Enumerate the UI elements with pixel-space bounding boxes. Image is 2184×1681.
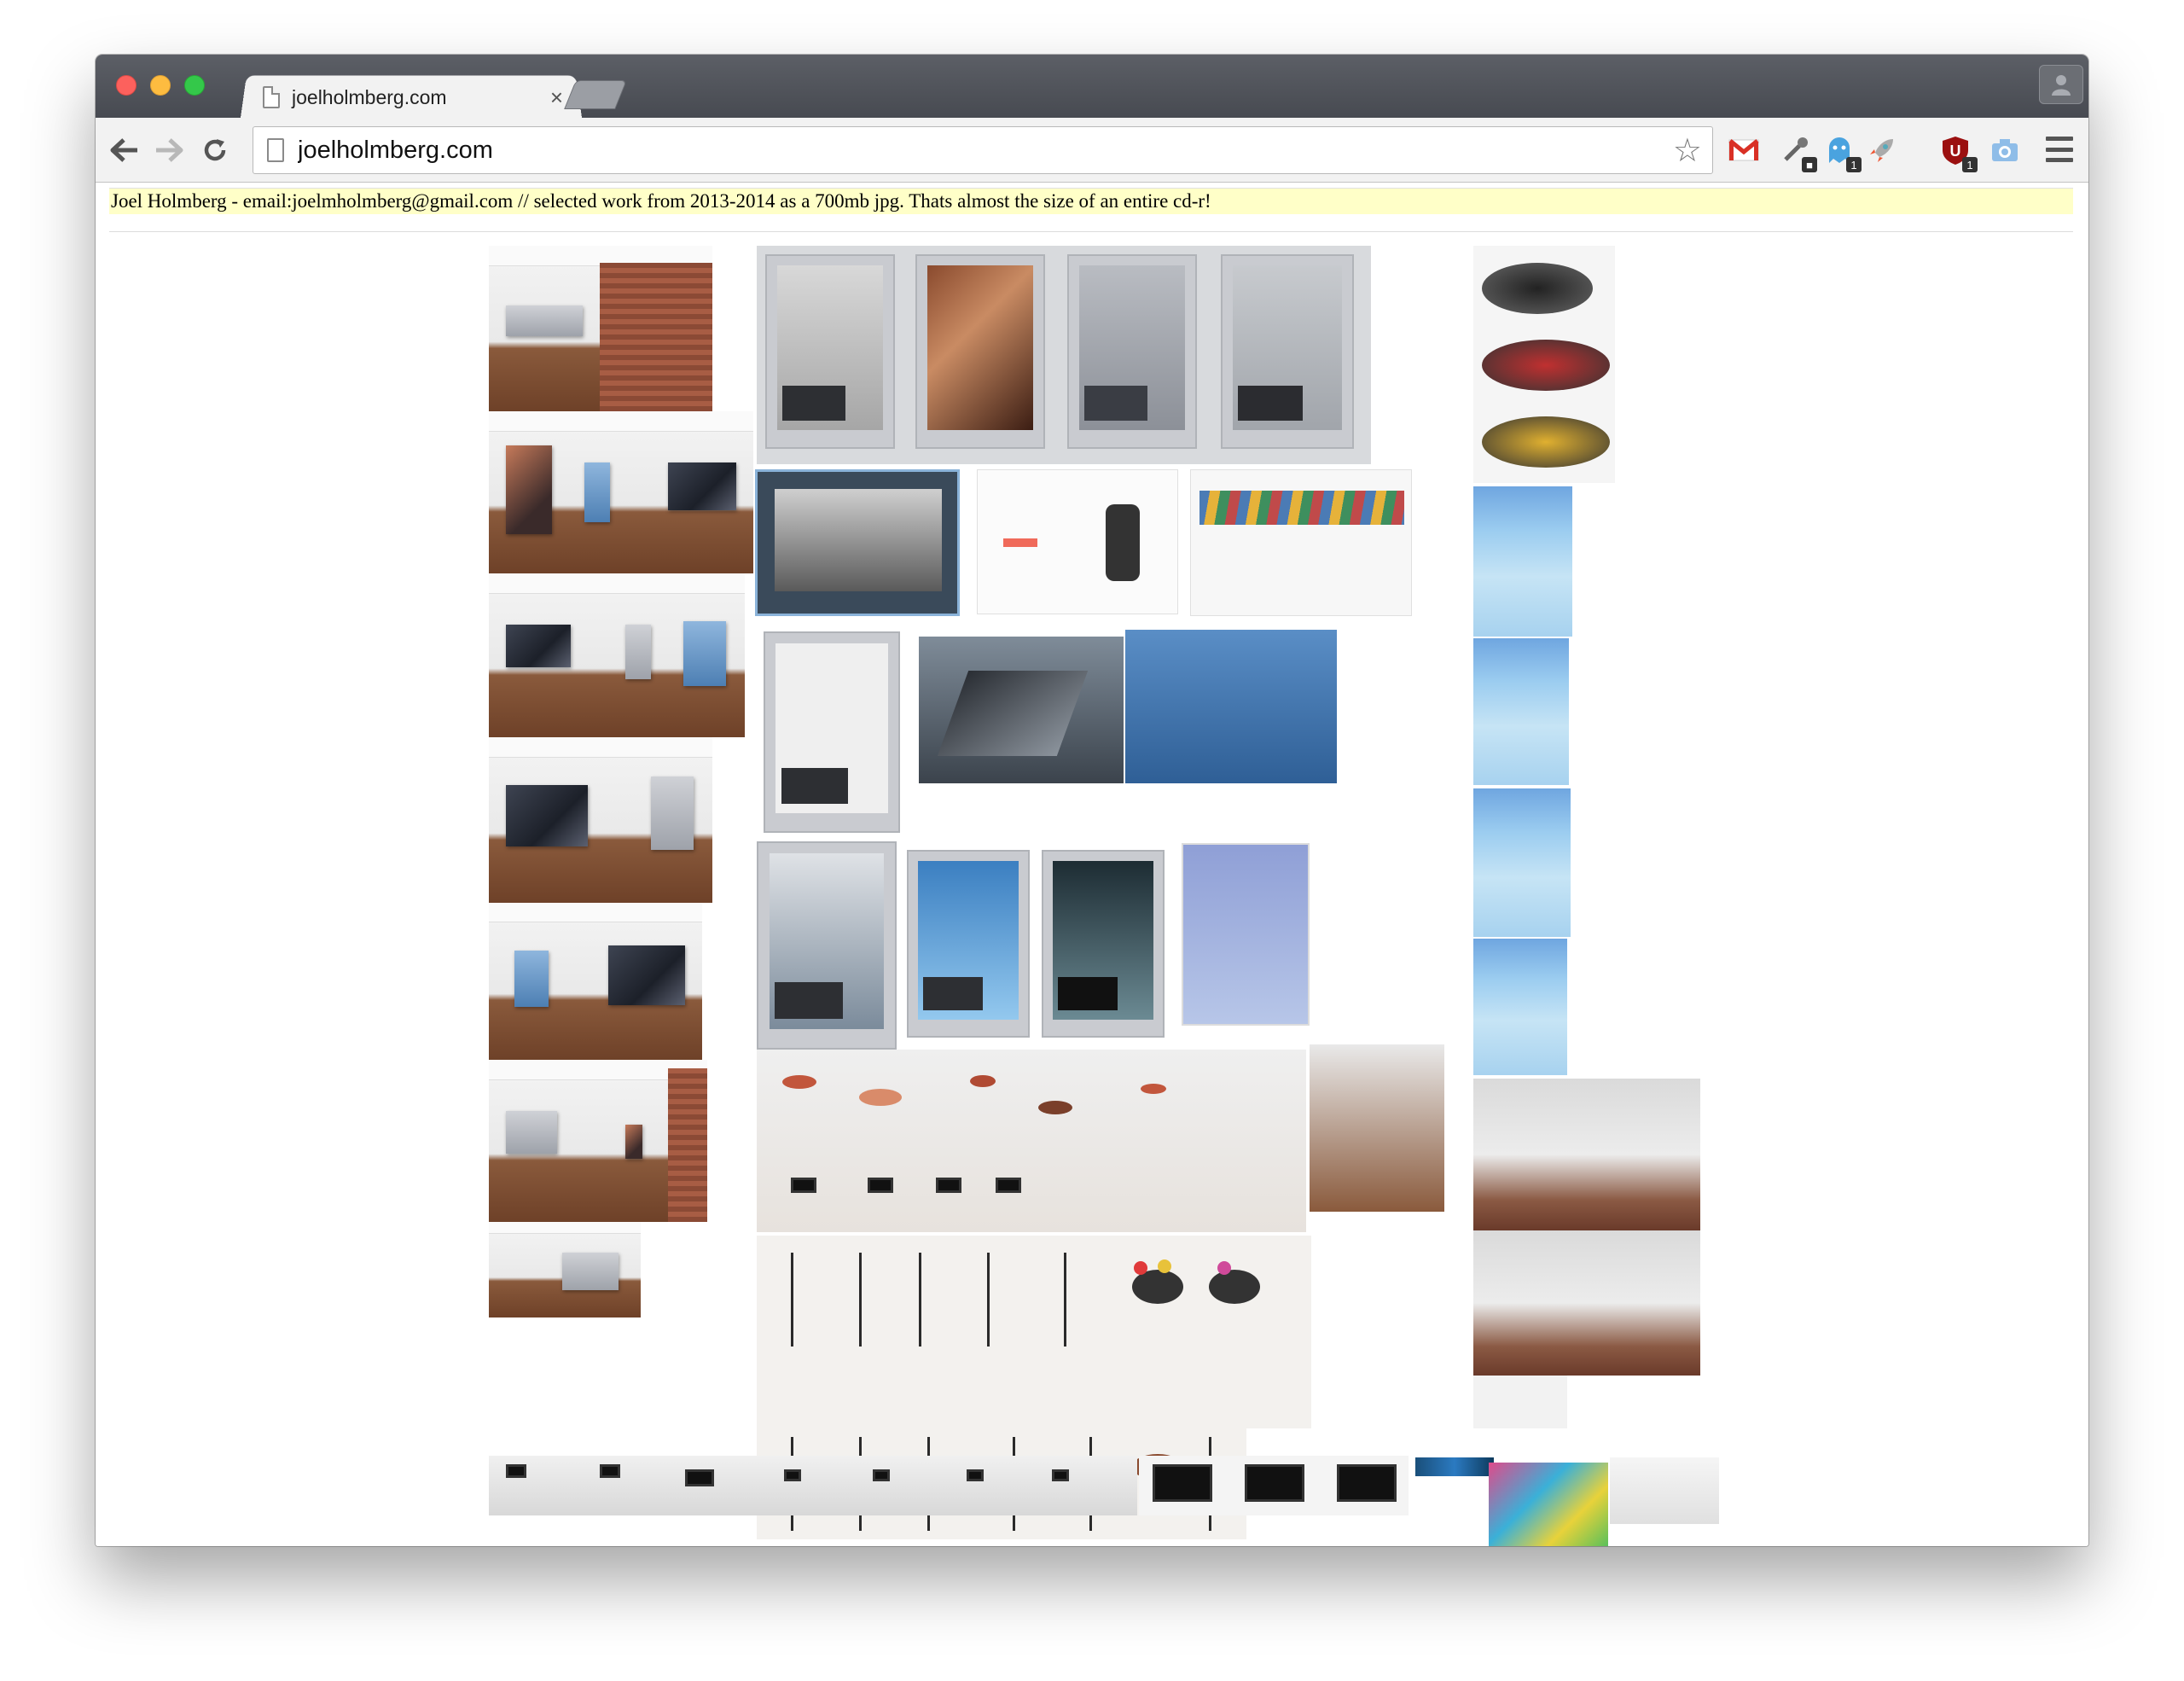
tv-strip: [1139, 1456, 1409, 1515]
ublock-badge: 1: [1962, 157, 1978, 172]
sculpture-thumbnail: [757, 1236, 1311, 1428]
minimize-window-button[interactable]: [150, 75, 171, 96]
installation-strip: [489, 1456, 1137, 1515]
reload-button[interactable]: [195, 130, 235, 171]
bottom-strip: [489, 1544, 1299, 1546]
ublock-icon[interactable]: U 1: [1938, 133, 1978, 172]
browser-toolbar: ☆ ■ 1 U 1: [96, 118, 2088, 183]
page-icon: [263, 86, 280, 108]
gallery-thumbnail: [1610, 1457, 1719, 1524]
web-thumbnail: [1190, 469, 1412, 616]
address-bar[interactable]: ☆: [253, 126, 1713, 174]
camera-icon[interactable]: [1988, 133, 2022, 167]
poster-row: [757, 246, 1371, 464]
arrow-left-icon: [110, 138, 137, 162]
poster-thumbnail: [764, 631, 900, 833]
eyedropper-badge: ■: [1802, 157, 1817, 172]
active-tab-content[interactable]: joelholmberg.com ×: [251, 77, 575, 118]
sky-thumbnail: [1473, 486, 1572, 637]
eyedropper-icon[interactable]: ■: [1778, 133, 1817, 172]
room-thumbnail: [489, 903, 702, 1060]
poster-thumbnail: [907, 850, 1030, 1038]
poster-thumbnail: [757, 841, 897, 1050]
gmail-icon[interactable]: [1727, 133, 1761, 167]
new-tab-button[interactable]: [564, 80, 627, 109]
gallery-thumbnail: [1473, 1230, 1700, 1376]
rocket-icon[interactable]: [1865, 133, 1899, 167]
ghostery-badge: 1: [1846, 157, 1862, 172]
room-thumbnail: [489, 246, 712, 411]
page-icon: [267, 138, 284, 162]
web-thumbnail: [919, 637, 1124, 783]
url-input[interactable]: [298, 136, 1673, 165]
close-window-button[interactable]: [116, 75, 136, 96]
gallery-thumbnail: [1473, 1079, 1700, 1230]
title-bar: joelholmberg.com ×: [96, 55, 2088, 118]
bookmark-star-icon[interactable]: ☆: [1673, 131, 1702, 170]
room-thumbnail: [489, 1060, 707, 1222]
web-thumbnail: [755, 469, 960, 616]
banner-thumbnail: [1415, 1457, 1494, 1476]
forward-button[interactable]: [148, 130, 189, 171]
work-collage-image[interactable]: [96, 183, 2088, 1546]
sky-thumbnail: [1473, 788, 1571, 937]
svg-text:U: U: [1950, 143, 1961, 160]
room-thumbnail: [489, 411, 753, 573]
tab-close-icon[interactable]: ×: [550, 84, 563, 111]
room-thumbnail: [489, 737, 712, 903]
browser-window: joelholmberg.com × ☆: [96, 55, 2088, 1546]
profile-button[interactable]: [2039, 65, 2083, 104]
tab-title: joelholmberg.com: [292, 85, 447, 108]
box-thumbnail: [1489, 1463, 1608, 1546]
sky-thumbnail: [1473, 939, 1567, 1075]
menu-icon[interactable]: [2046, 137, 2073, 162]
maximize-window-button[interactable]: [184, 75, 205, 96]
poster-thumbnail: [1042, 850, 1165, 1038]
web-thumbnail: [977, 469, 1178, 614]
person-icon: [2052, 75, 2071, 96]
installation-thumbnail: [757, 1050, 1306, 1232]
gallery-thumbnail: [1473, 1376, 1567, 1428]
web-thumbnail: [1182, 843, 1310, 1026]
ghostery-icon[interactable]: 1: [1822, 133, 1862, 172]
back-button[interactable]: [104, 130, 145, 171]
page-viewport: Joel Holmberg - email:joelmholmberg@gmai…: [96, 183, 2088, 1546]
room-thumbnail: [489, 1222, 641, 1317]
sky-thumbnail: [1473, 638, 1569, 785]
web-thumbnail: [1125, 630, 1337, 783]
arrow-right-icon: [156, 138, 183, 162]
room-thumbnail: [489, 573, 745, 737]
reload-icon: [204, 139, 226, 161]
installation-thumbnail: [1310, 1044, 1444, 1212]
sculpture-thumbnail: [1473, 246, 1615, 483]
